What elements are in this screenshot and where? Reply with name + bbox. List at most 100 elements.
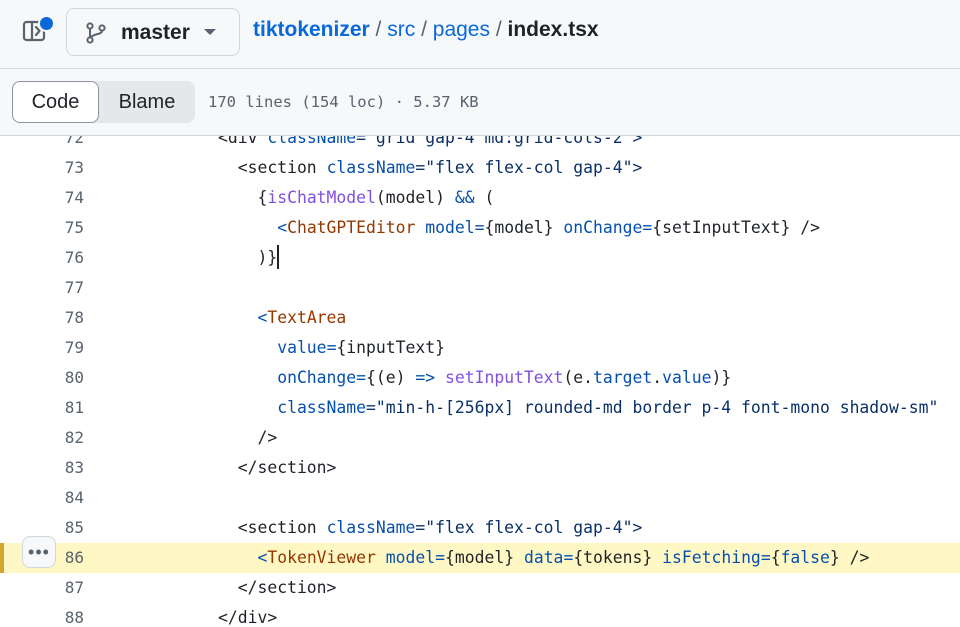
breadcrumb-separator: / bbox=[421, 18, 427, 41]
code-text: </div> bbox=[218, 603, 277, 627]
code-token: < bbox=[218, 218, 288, 237]
code-token: (model) bbox=[375, 188, 455, 207]
code-token: ="flex flex-col gap-4"> bbox=[415, 518, 643, 537]
code-token: className bbox=[267, 136, 357, 147]
code-text: onChange={(e) => setInputText(e.target.v… bbox=[218, 363, 731, 393]
line-number[interactable]: 88 bbox=[0, 603, 84, 627]
code-token: )} bbox=[218, 248, 278, 267]
breadcrumb-src-link[interactable]: src bbox=[387, 18, 415, 41]
line-number[interactable]: 79 bbox=[0, 333, 84, 363]
code-view-button[interactable]: Code bbox=[12, 81, 99, 123]
code-token: /> bbox=[218, 428, 278, 447]
code-token: ="flex flex-col gap-4"> bbox=[415, 158, 643, 177]
code-text: </section> bbox=[218, 453, 337, 483]
code-token: model bbox=[375, 548, 436, 567]
code-token: target bbox=[593, 368, 653, 387]
line-number[interactable]: 81 bbox=[0, 393, 84, 423]
code-line: 88 </div> bbox=[0, 603, 960, 627]
code-token: TokenViewer bbox=[267, 548, 376, 567]
code-text: </section> bbox=[218, 573, 337, 603]
code-line: 82 /> bbox=[0, 423, 960, 453]
code-viewer[interactable]: 72 <div className="grid gap-4 md:grid-col… bbox=[0, 136, 960, 627]
code-token: className bbox=[218, 398, 367, 417]
code-line: 77 bbox=[0, 273, 960, 303]
code-line: 79 value={inputText} bbox=[0, 333, 960, 363]
branch-name: master bbox=[121, 21, 190, 44]
line-number[interactable]: 87 bbox=[0, 573, 84, 603]
text-cursor bbox=[277, 245, 280, 269]
code-token: (e. bbox=[563, 368, 594, 387]
code-token: {tokens} bbox=[573, 548, 663, 567]
code-token: = bbox=[760, 548, 771, 567]
code-token: = bbox=[326, 338, 337, 357]
code-token: ChatGPTEditor bbox=[287, 218, 416, 237]
code-token: className bbox=[326, 518, 416, 537]
blame-view-button[interactable]: Blame bbox=[99, 81, 195, 123]
code-token: ="grid gap-4 md:grid-cols-2"> bbox=[356, 136, 643, 147]
code-line: 85 <section className="flex flex-col gap… bbox=[0, 513, 960, 543]
line-number[interactable]: 78 bbox=[0, 303, 84, 333]
line-number[interactable]: 80 bbox=[0, 363, 84, 393]
code-token: { bbox=[218, 188, 268, 207]
breadcrumb-separator: / bbox=[375, 18, 382, 41]
code-token: </div> bbox=[218, 608, 278, 627]
code-line: 76 )} bbox=[0, 243, 960, 273]
code-text: {isChatModel(model) && ( bbox=[218, 183, 494, 213]
code-token: < bbox=[218, 308, 268, 327]
breadcrumb-separator: / bbox=[495, 18, 502, 41]
breadcrumb-current-file: index.tsx bbox=[507, 18, 599, 41]
code-token: = bbox=[563, 548, 574, 567]
code-token: <section bbox=[218, 518, 327, 537]
file-toolbar: Code Blame 170 lines (154 loc) · 5.37 KB bbox=[0, 69, 960, 136]
code-token: = bbox=[474, 218, 485, 237]
code-token: data bbox=[523, 548, 564, 567]
notification-dot bbox=[38, 15, 55, 32]
code-token: && bbox=[454, 188, 475, 207]
kebab-horizontal-icon: ••• bbox=[28, 541, 50, 562]
code-text: <TextArea bbox=[218, 303, 346, 333]
code-line: 74 {isChatModel(model) && ( bbox=[0, 183, 960, 213]
code-line: 72 <div className="grid gap-4 md:grid-col… bbox=[0, 136, 960, 153]
git-branch-icon bbox=[85, 22, 107, 49]
line-number[interactable]: 82 bbox=[0, 423, 84, 453]
code-token: TextArea bbox=[267, 308, 347, 327]
code-token: ="min-h-[256px] rounded-md border p-4 fo… bbox=[366, 398, 939, 417]
breadcrumb-pages-link[interactable]: pages bbox=[433, 18, 490, 41]
line-number[interactable]: 83 bbox=[0, 453, 84, 483]
view-mode-toggle: Code Blame bbox=[12, 81, 195, 123]
line-number[interactable]: 74 bbox=[0, 183, 84, 213]
code-token: {(e) bbox=[366, 368, 416, 387]
code-line: 80 onChange={(e) => setInputText(e.targe… bbox=[0, 363, 960, 393]
code-token: <section bbox=[218, 158, 327, 177]
code-token: {model} bbox=[484, 218, 564, 237]
code-token: { bbox=[770, 548, 781, 567]
code-token: {model} bbox=[445, 548, 524, 567]
code-text: )} bbox=[218, 243, 280, 273]
code-text: <section className="flex flex-col gap-4"… bbox=[218, 513, 643, 543]
file-header: master tiktokenizer / src / pages / inde… bbox=[0, 0, 960, 69]
line-number[interactable]: 73 bbox=[0, 153, 84, 183]
code-text: /> bbox=[218, 423, 277, 453]
line-number[interactable]: 84 bbox=[0, 483, 84, 513]
file-info: 170 lines (154 loc) · 5.37 KB bbox=[208, 93, 479, 111]
line-number[interactable]: 76 bbox=[0, 243, 84, 273]
code-token: ( bbox=[474, 188, 495, 207]
code-token: isFetching bbox=[662, 548, 761, 567]
code-token: model bbox=[415, 218, 475, 237]
code-token: < bbox=[218, 548, 268, 567]
breadcrumb: tiktokenizer / src / pages / index.tsx bbox=[253, 18, 599, 42]
branch-selector-button[interactable]: master bbox=[66, 8, 240, 56]
more-actions-button[interactable]: ••• bbox=[22, 536, 56, 568]
code-text: value={inputText} bbox=[218, 333, 445, 363]
code-token: className bbox=[326, 158, 416, 177]
line-number[interactable]: 72 bbox=[0, 136, 84, 153]
code-token: setInputText bbox=[445, 368, 564, 387]
code-text: className="min-h-[256px] rounded-md bord… bbox=[218, 393, 938, 423]
line-number[interactable]: 75 bbox=[0, 213, 84, 243]
code-line: 83 </section> bbox=[0, 453, 960, 483]
line-number[interactable]: 77 bbox=[0, 273, 84, 303]
code-line: 73 <section className="flex flex-col gap… bbox=[0, 153, 960, 183]
breadcrumb-repo-link[interactable]: tiktokenizer bbox=[253, 18, 370, 41]
code-token: )} bbox=[711, 368, 732, 387]
